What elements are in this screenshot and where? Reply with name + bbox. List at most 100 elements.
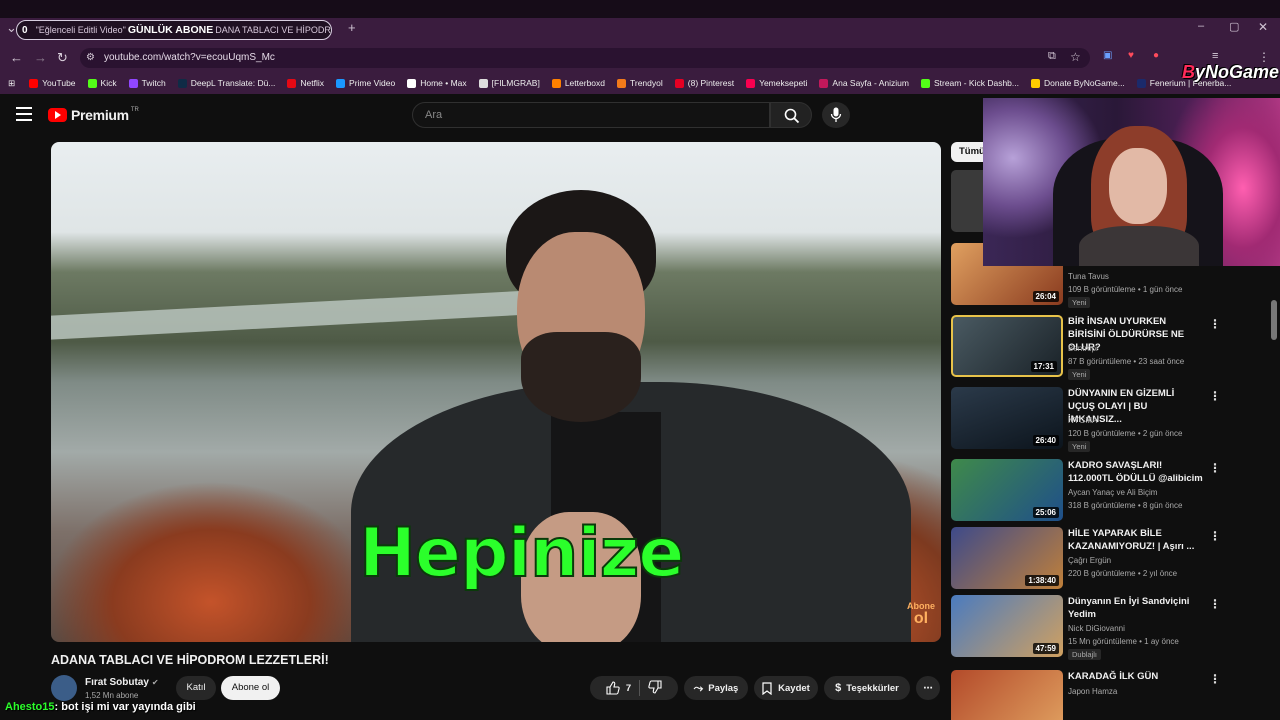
bookmark-max[interactable]: Home • Max: [407, 78, 467, 88]
close-window-icon[interactable]: ✕: [1258, 20, 1268, 34]
recommendation-title[interactable]: HİLE YAPARAK BİLE KAZANAMIYORUZ! | Aşırı…: [1068, 527, 1203, 553]
bookmark-kick[interactable]: Kick: [87, 78, 117, 88]
thanks-button[interactable]: $ Teşekkürler: [824, 676, 910, 700]
recommendation-item[interactable]: 47:59 Dünyanın En İyi Sandviçini Yedim N…: [951, 595, 1271, 660]
install-app-icon[interactable]: ⧉: [1048, 50, 1056, 63]
bookmark-pinterest[interactable]: (8) Pinterest: [674, 78, 734, 88]
recommendation-title[interactable]: KARADAĞ İLK GÜN: [1068, 670, 1203, 683]
thanks-label: Teşekkürler: [846, 682, 899, 694]
recommendation-title[interactable]: Dünyanın En İyi Sandviçini Yedim: [1068, 595, 1203, 621]
search-input[interactable]: Ara: [412, 102, 770, 128]
join-button[interactable]: Katıl: [176, 676, 216, 700]
recommendation-item[interactable]: KARADAĞ İLK GÜN Japon Hamza ⋮: [951, 670, 1271, 720]
bookmark-kick-dashboard[interactable]: Stream - Kick Dashb...: [920, 78, 1019, 88]
voice-search-button[interactable]: [822, 102, 850, 128]
anizium-icon: [819, 78, 829, 88]
yemeksepeti-icon: [746, 78, 756, 88]
recommendation-item[interactable]: 1:38:40 HİLE YAPARAK BİLE KAZANAMIYORUZ!…: [951, 527, 1271, 591]
subscribe-button[interactable]: Abone ol: [221, 676, 280, 700]
channel-name[interactable]: Fırat Sobutay ✔: [85, 677, 159, 688]
dislike-button[interactable]: [648, 679, 662, 697]
back-icon[interactable]: ←: [10, 50, 23, 65]
tab-title: "Eğlenceli Editli Video": [35, 25, 126, 35]
media-control-icon[interactable]: ≡: [1212, 50, 1218, 62]
bookmark-filmgrab[interactable]: [FILMGRAB]: [478, 78, 540, 88]
bynogame-logo: ByNoGame: [1182, 62, 1279, 83]
extension-icon[interactable]: ♥: [1128, 50, 1134, 61]
tab-overlay-text: GÜNLÜK ABONE: [127, 24, 214, 36]
browser-tab[interactable]: 0 "Eğlenceli Editli Video" GÜNLÜK ABONE …: [16, 20, 332, 40]
bookmark-label: Trendyol: [630, 78, 663, 88]
apps-grid-icon[interactable]: ⊞: [8, 78, 15, 89]
video-thumbnail: 26:40: [951, 387, 1063, 449]
prime-video-icon: [336, 78, 346, 88]
bynogame-icon: [1031, 78, 1040, 88]
bookmark-star-icon[interactable]: ☆: [1070, 50, 1081, 64]
forward-icon[interactable]: →: [34, 50, 47, 65]
sidebar-scrollbar[interactable]: [1271, 300, 1277, 340]
dubbed-badge: Dublajlı: [1068, 649, 1102, 660]
like-button[interactable]: 7: [606, 681, 631, 695]
bookmark-youtube[interactable]: YouTube: [29, 78, 76, 88]
new-tab-icon[interactable]: +: [348, 20, 356, 35]
bookmark-letterboxd[interactable]: Letterboxd: [551, 78, 605, 88]
bookmark-yemeksepeti[interactable]: Yemeksepeti: [746, 78, 807, 88]
bookmark-twitch[interactable]: Twitch: [128, 78, 166, 88]
webcam-streamer-face: [1109, 148, 1167, 224]
extension-icon-2[interactable]: ●: [1153, 50, 1159, 61]
recommendation-channel: Çağrı Ergün: [1068, 556, 1112, 565]
deepl-icon: [177, 78, 187, 88]
netflix-icon: [287, 78, 297, 88]
bookmark-bynogame[interactable]: Donate ByNoGame...: [1031, 78, 1125, 88]
bookmark-deepl[interactable]: DeepL Translate: Dü...: [177, 78, 275, 88]
video-duration: 1:38:40: [1025, 575, 1059, 586]
bookmark-label: Ana Sayfa - Anizium: [832, 78, 909, 88]
recommendation-meta: 109 B görüntüleme • 1 gün önce: [1068, 285, 1183, 294]
menu-icon[interactable]: [16, 107, 32, 121]
video-player[interactable]: Hepinize Abone ol: [51, 142, 941, 642]
more-actions-button[interactable]: ⋯: [916, 676, 940, 700]
youtube-premium-logo[interactable]: Premium TR: [48, 107, 139, 123]
thumbs-down-icon: [648, 679, 662, 694]
channel-name-text: Fırat Sobutay: [85, 677, 149, 688]
bookmark-trendyol[interactable]: Trendyol: [617, 78, 663, 88]
pinterest-icon: [674, 78, 684, 88]
more-vertical-icon[interactable]: ⋮: [1209, 672, 1221, 686]
more-vertical-icon[interactable]: ⋮: [1209, 597, 1221, 611]
recommendation-item[interactable]: 26:40 DÜNYANIN EN GİZEMLİ UÇUŞ OLAYI | B…: [951, 387, 1271, 452]
super-thanks-icon: $: [835, 682, 842, 694]
maximize-icon[interactable]: ▢: [1229, 20, 1239, 33]
video-duration: 26:40: [1032, 435, 1059, 446]
webcam-streamer-clothing: [1079, 226, 1199, 266]
bookmark-netflix[interactable]: Netflix: [287, 78, 324, 88]
recommendation-item[interactable]: 17:31 BİR İNSAN UYURKEN BİRİSİNİ ÖLDÜRÜR…: [951, 315, 1271, 380]
save-button[interactable]: Kaydet: [754, 676, 818, 700]
more-vertical-icon[interactable]: ⋮: [1209, 529, 1221, 543]
search-icon: [784, 108, 800, 124]
more-vertical-icon[interactable]: ⋮: [1209, 317, 1221, 331]
like-count: 7: [625, 682, 632, 694]
more-vertical-icon[interactable]: ⋮: [1209, 461, 1221, 475]
minimize-icon[interactable]: –: [1198, 20, 1204, 32]
bookmark-label: YouTube: [42, 78, 76, 88]
share-button[interactable]: ⤳ Paylaş: [684, 676, 748, 700]
recommendation-item[interactable]: 25:06 KADRO SAVAŞLARI! 112.000TL ÖDÜLLÜ …: [951, 459, 1271, 523]
channel-avatar[interactable]: [51, 675, 77, 701]
twitch-icon: [128, 78, 138, 88]
bookmark-anizium[interactable]: Ana Sayfa - Anizium: [819, 78, 909, 88]
more-horizontal-icon: ⋯: [923, 682, 933, 694]
translate-extension-icon[interactable]: ▣: [1103, 50, 1112, 61]
search-button[interactable]: [770, 102, 812, 128]
logo-text: Premium: [71, 107, 129, 123]
video-scene-bridge: [51, 288, 571, 340]
trendyol-icon: [617, 78, 626, 88]
more-vertical-icon[interactable]: ⋮: [1209, 389, 1221, 403]
bookmark-prime-video[interactable]: Prime Video: [336, 78, 395, 88]
subscribe-watermark[interactable]: Abone ol: [907, 602, 935, 627]
bookmark-label: Netflix: [300, 78, 325, 88]
recommendation-title[interactable]: KADRO SAVAŞLARI! 112.000TL ÖDÜLLÜ @alibi…: [1068, 459, 1203, 485]
site-info-icon[interactable]: ⚙: [86, 52, 95, 63]
tab-title-rest: DANA TABLACI VE HİPODROM: [215, 25, 331, 35]
recommendation-meta: 220 B görüntüleme • 2 yıl önce: [1068, 569, 1178, 578]
reload-icon[interactable]: ↻: [57, 50, 68, 66]
